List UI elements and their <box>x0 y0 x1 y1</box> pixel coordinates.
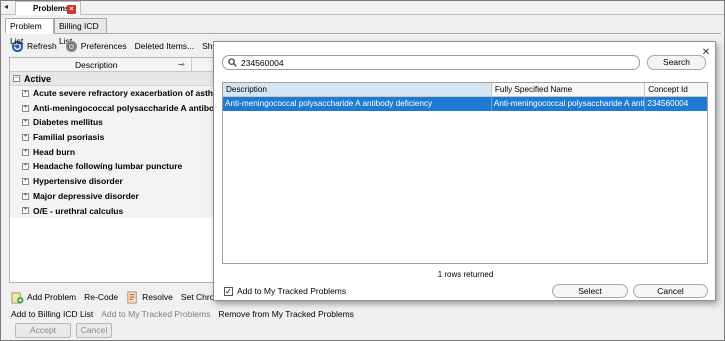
results-header: Description Fully Specified Name Concept… <box>223 83 707 97</box>
pin-icon[interactable]: ⊸ <box>178 60 185 69</box>
document-tab-strip: ◂ Problems × <box>1 1 724 15</box>
close-tab-icon[interactable]: × <box>67 5 76 14</box>
table-row[interactable]: + Headache following lumbar puncture <box>10 159 218 175</box>
expand-icon[interactable]: + <box>22 163 29 171</box>
problem-description: Diabetes mellitus <box>33 117 103 128</box>
cancel-button[interactable]: Cancel <box>76 323 112 338</box>
table-row[interactable]: + Major depressive disorder <box>10 188 218 204</box>
table-row[interactable]: + Head burn <box>10 144 218 160</box>
column-header-concept-id[interactable]: Concept Id <box>645 83 707 96</box>
problem-grid: Description ⊸ − Active + Acute severe ref… <box>9 57 219 283</box>
add-to-billing-link[interactable]: Add to Billing ICD List <box>11 309 93 319</box>
expand-icon[interactable]: + <box>22 133 29 141</box>
search-field[interactable] <box>222 55 640 70</box>
expand-icon[interactable]: + <box>22 119 29 127</box>
expand-icon[interactable]: + <box>22 177 29 185</box>
result-fully-specified-name: Anti-meningococcal polysaccharide A anti… <box>492 97 646 111</box>
expand-icon[interactable]: + <box>22 89 29 97</box>
table-row[interactable]: + Anti-meningococcal polysaccharide A ant… <box>10 100 219 116</box>
problem-description: Headache following lumbar puncture <box>33 161 183 172</box>
document-tab-problems[interactable]: Problems × <box>15 1 81 15</box>
result-description: Anti-meningococcal polysaccharide A anti… <box>223 97 492 111</box>
refresh-label: Refresh <box>27 41 57 51</box>
search-input[interactable] <box>241 57 621 68</box>
preferences-button[interactable]: Preferences <box>63 38 129 54</box>
table-row[interactable]: + O/E - urethral calculus <box>10 203 218 219</box>
resolve-button[interactable]: Resolve <box>124 289 175 305</box>
bottom-link-bar: Add to Billing ICD List Add to My Tracke… <box>11 309 354 319</box>
add-problem-icon <box>11 291 24 303</box>
collapse-icon[interactable]: − <box>13 75 20 82</box>
table-row[interactable]: + Hypertensive disorder <box>10 174 218 189</box>
tab-problem-list[interactable]: Problem List <box>5 18 54 46</box>
accept-button[interactable]: Accept <box>15 323 71 338</box>
preferences-label: Preferences <box>80 41 127 51</box>
problems-window: ◂ Problems × Problem List Billing ICD Li… <box>0 0 725 341</box>
add-to-tracked-link[interactable]: Add to My Tracked Problems <box>101 309 210 319</box>
gear-icon <box>65 40 77 52</box>
re-code-button[interactable]: Re-Code <box>82 289 120 305</box>
table-row[interactable]: + Acute severe refractory exacerbation of… <box>10 86 218 101</box>
results-table: Description Fully Specified Name Concept… <box>222 82 708 264</box>
deleted-items-label: Deleted Items... <box>134 41 195 51</box>
add-problem-label: Add Problem <box>27 292 77 302</box>
deleted-items-button[interactable]: Deleted Items... <box>133 38 197 54</box>
group-row-active[interactable]: − Active <box>10 72 218 86</box>
rows-returned-status: 1 rows returned <box>437 270 494 279</box>
group-label: Active <box>24 73 52 84</box>
table-row[interactable]: Anti-meningococcal polysaccharide A anti… <box>223 97 707 111</box>
add-to-tracked-checkbox-row[interactable]: ✓ Add to My Tracked Problems <box>224 286 346 296</box>
resolve-label: Resolve <box>142 292 173 302</box>
document-tab-label: Problems <box>33 4 70 13</box>
column-header-fully-specified-name[interactable]: Fully Specified Name <box>492 83 646 96</box>
description-column-header[interactable]: Description <box>75 60 118 70</box>
resolve-icon <box>127 291 137 303</box>
tab-content-border <box>5 33 721 34</box>
remove-from-tracked-link[interactable]: Remove from My Tracked Problems <box>218 309 354 319</box>
problem-description: O/E - urethral calculus <box>33 205 124 216</box>
problem-description: Major depressive disorder <box>33 190 139 201</box>
dialog-cancel-button[interactable]: Cancel <box>633 284 708 298</box>
scroll-left-icon[interactable]: ◂ <box>4 2 8 11</box>
column-header-description[interactable]: Description <box>223 83 492 96</box>
re-code-label: Re-Code <box>84 292 119 302</box>
problem-description: Anti-meningococcal polysaccharide A anti… <box>33 102 219 113</box>
add-problem-button[interactable]: Add Problem <box>9 289 78 305</box>
expand-icon[interactable]: + <box>22 148 29 156</box>
expand-icon[interactable]: + <box>22 192 29 200</box>
expand-icon[interactable]: + <box>22 207 29 215</box>
problem-description: Head burn <box>33 146 76 157</box>
select-button[interactable]: Select <box>552 284 628 298</box>
table-row[interactable]: + Diabetes mellitus <box>10 115 218 131</box>
table-row[interactable]: + Familial psoriasis <box>10 130 218 145</box>
problem-description: Familial psoriasis <box>33 132 105 143</box>
tab-billing-icd-list[interactable]: Billing ICD List <box>54 18 107 46</box>
problem-description: Hypertensive disorder <box>33 176 123 187</box>
search-button[interactable]: Search <box>647 55 706 70</box>
search-icon <box>228 58 237 67</box>
grid-header: Description ⊸ <box>10 58 218 72</box>
concept-search-dialog: ✕ Search Description Fully Specified Nam… <box>213 41 716 301</box>
expand-icon[interactable]: + <box>22 104 29 112</box>
result-concept-id: 234560004 <box>647 99 689 108</box>
add-to-tracked-label: Add to My Tracked Problems <box>237 286 347 296</box>
add-to-tracked-checkbox[interactable]: ✓ <box>224 286 233 296</box>
problem-description: Acute severe refractory exacerbation of … <box>33 88 219 98</box>
bottom-toolbar: Add Problem Re-Code Resolve Set Chronic <box>9 289 227 305</box>
